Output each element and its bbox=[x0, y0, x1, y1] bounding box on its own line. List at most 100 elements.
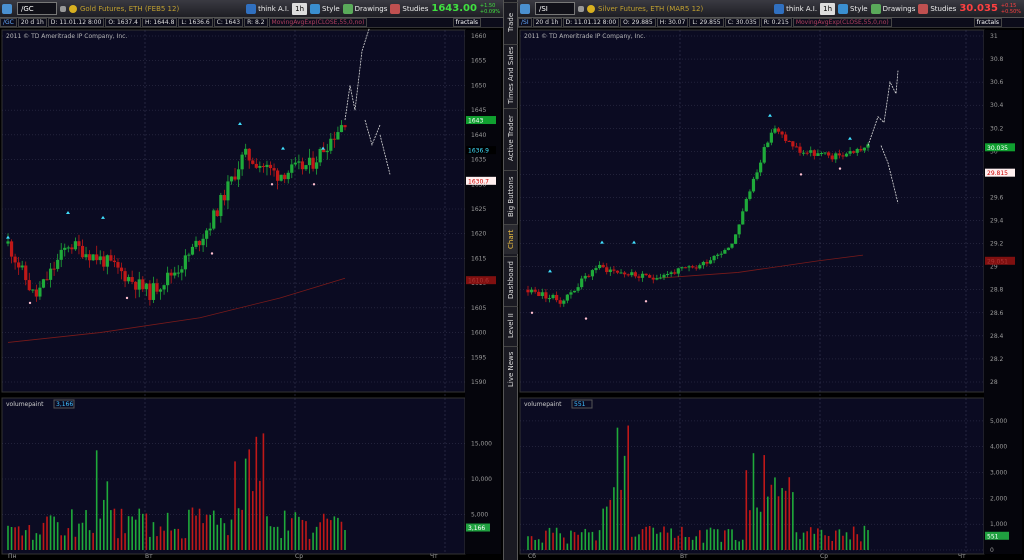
x-tick-label: Вт bbox=[680, 553, 688, 560]
candle-body bbox=[630, 272, 634, 276]
style-label: Style bbox=[850, 4, 868, 13]
style-button[interactable]: Style bbox=[310, 3, 340, 14]
chart-panel-silver: /SI Silver Futures, ETH (MAR5 12) think … bbox=[518, 0, 1024, 560]
volume-bar bbox=[46, 516, 48, 550]
x-tick-label: Чт bbox=[430, 553, 438, 560]
candle-body bbox=[127, 277, 131, 282]
volume-bar bbox=[237, 508, 240, 550]
candle-body bbox=[297, 161, 301, 163]
studies-button[interactable]: Studies bbox=[918, 3, 956, 14]
volume-bar bbox=[127, 516, 130, 550]
sidebar-tab-trade[interactable]: Trade bbox=[504, 2, 518, 42]
candle-body bbox=[733, 234, 738, 244]
ai-icon bbox=[246, 3, 257, 14]
volume-bar bbox=[290, 518, 293, 550]
candle-body bbox=[544, 292, 548, 299]
symbol-input[interactable]: /GC bbox=[17, 2, 57, 15]
candle-body bbox=[841, 155, 845, 157]
copyright-text: 2011 © TD Ameritrade IP Company, Inc. bbox=[6, 33, 127, 40]
interval-selector[interactable]: 1h bbox=[292, 2, 308, 15]
ohlc-bar: /GC 20 d 1h D: 11.01.12 8:00 O: 1637.4 H… bbox=[0, 18, 503, 28]
fractal-down-marker bbox=[584, 317, 588, 320]
link-icon[interactable] bbox=[2, 3, 12, 14]
chevron-down-icon[interactable] bbox=[60, 5, 66, 12]
fractal-down-marker bbox=[270, 183, 274, 186]
volume-bar bbox=[209, 514, 211, 550]
volume-bar bbox=[220, 518, 222, 550]
y-tick-label: 1595 bbox=[471, 354, 486, 361]
volume-bar bbox=[709, 527, 712, 550]
candle-body bbox=[723, 250, 727, 254]
info-study[interactable]: MovingAvgExp(CLOSE,55,0,no) bbox=[268, 18, 368, 27]
sidebar-tab-live-news[interactable]: Live News bbox=[504, 346, 518, 392]
volume-bar bbox=[152, 522, 155, 550]
candle-body bbox=[276, 170, 280, 181]
info-range: R: 8.2 bbox=[244, 18, 268, 27]
candle-body bbox=[63, 247, 67, 250]
candle-body bbox=[233, 176, 237, 180]
star-icon[interactable] bbox=[69, 4, 77, 13]
studies-button[interactable]: Studies bbox=[390, 3, 428, 14]
volume-bar bbox=[99, 518, 102, 550]
sidebar-tab-big-buttons[interactable]: Big Buttons bbox=[504, 170, 518, 222]
volume-bar bbox=[259, 480, 261, 550]
think-ai-button[interactable]: think A.I. bbox=[246, 3, 289, 14]
volume-bar bbox=[706, 529, 708, 550]
info-study[interactable]: MovingAvgExp(CLOSE,55,0,no) bbox=[792, 18, 892, 27]
think-ai-button[interactable]: think A.I. bbox=[774, 3, 817, 14]
sidebar-tab-level-ii[interactable]: Level II bbox=[504, 306, 518, 344]
fractal-down-marker bbox=[312, 183, 316, 186]
y-tick-label: 1600 bbox=[471, 330, 486, 337]
volume-bar bbox=[591, 531, 594, 550]
chart-toolbar: /SI Silver Futures, ETH (MAR5 12) think … bbox=[518, 0, 1024, 18]
candle-body bbox=[673, 272, 677, 274]
volume-bar bbox=[530, 536, 533, 550]
style-button[interactable]: Style bbox=[838, 3, 868, 14]
y-tick-label: 28.2 bbox=[990, 356, 1004, 363]
sidebar-tab-dashboard[interactable]: Dashboard bbox=[504, 256, 518, 304]
volume-bar bbox=[724, 530, 726, 550]
volume-bar bbox=[684, 536, 687, 550]
interval-selector[interactable]: 1h bbox=[820, 2, 835, 15]
info-fractals[interactable]: fractals bbox=[973, 18, 1002, 27]
volume-bar bbox=[53, 516, 55, 550]
volume-bar bbox=[731, 529, 733, 550]
chevron-down-icon[interactable] bbox=[578, 5, 584, 12]
drawings-button[interactable]: Drawings bbox=[870, 3, 915, 14]
candle-body bbox=[537, 291, 541, 296]
volume-bar bbox=[67, 528, 70, 550]
change-pct: +0.50% bbox=[1000, 8, 1021, 15]
sidebar-tab-chart[interactable]: Chart bbox=[504, 224, 518, 254]
info-fractals[interactable]: fractals bbox=[452, 18, 481, 27]
volume-bar bbox=[131, 516, 133, 550]
volume-bar bbox=[113, 508, 116, 550]
candle-body bbox=[859, 148, 863, 151]
link-icon[interactable] bbox=[520, 3, 530, 14]
volume-bar bbox=[56, 522, 59, 550]
symbol-input[interactable]: /SI bbox=[535, 2, 575, 15]
candle-body bbox=[605, 267, 609, 273]
chart-canvas-silver[interactable]: 2011 © TD Ameritrade IP Company, Inc. 31 3… bbox=[518, 28, 1024, 560]
volume-bar bbox=[28, 525, 31, 550]
fractal-down-marker bbox=[125, 296, 129, 300]
y-tick-label: 29.6 bbox=[990, 194, 1004, 201]
volume-bar bbox=[120, 508, 123, 550]
volume-bar bbox=[555, 527, 558, 550]
price-change: +1.50 +0.09% bbox=[480, 3, 500, 15]
candle-body bbox=[130, 277, 134, 282]
volume-bar bbox=[695, 536, 698, 550]
volume-bar bbox=[827, 536, 830, 550]
volume-bar bbox=[195, 515, 197, 550]
star-icon[interactable] bbox=[587, 4, 595, 13]
volume-bar bbox=[663, 526, 665, 550]
candle-body bbox=[169, 272, 173, 276]
candle-body bbox=[87, 254, 92, 261]
sidebar-tab-active-trader[interactable]: Active Trader bbox=[504, 108, 518, 168]
y-tick-label: 30.2 bbox=[990, 125, 1004, 132]
chart-canvas-gold[interactable]: 2011 © TD Ameritrade IP Company, Inc. 166… bbox=[0, 28, 503, 560]
info-symbol: /SI bbox=[518, 18, 532, 27]
candle-body bbox=[780, 131, 784, 135]
candle-body bbox=[9, 241, 14, 257]
sidebar-tab-times-and-sales[interactable]: Times And Sales bbox=[504, 44, 518, 106]
drawings-button[interactable]: Drawings bbox=[342, 3, 387, 14]
